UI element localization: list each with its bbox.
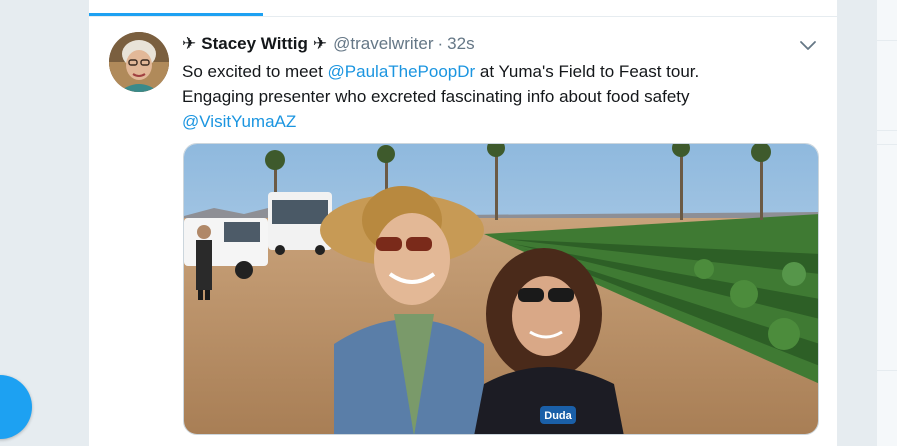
tweet-text-line-3: @VisitYumaAZ [182, 109, 802, 134]
tweet-text: So excited to meet @PaulaThePoopDr at Yu… [182, 59, 802, 134]
airplane-icon: ✈ [312, 34, 328, 53]
sidebar-divider [877, 370, 897, 371]
vest-logo-text: Duda [544, 410, 572, 422]
page: ✈ Stacey Wittig ✈ @travelwriter · 32s So… [0, 0, 897, 446]
tweet-text-line-2: Engaging presenter who excreted fascinat… [182, 87, 690, 106]
mention-link[interactable]: @PaulaThePoopDr [328, 62, 476, 81]
sidebar-divider [877, 40, 897, 41]
display-name[interactable]: Stacey Wittig [201, 34, 308, 54]
compose-button[interactable] [0, 375, 32, 439]
timeline-column: ✈ Stacey Wittig ✈ @travelwriter · 32s So… [88, 0, 839, 446]
tweet-text-segment: at Yuma's Field to Feast tour. [475, 62, 700, 81]
tweet-header: ✈ Stacey Wittig ✈ @travelwriter · 32s [182, 33, 475, 55]
airplane-icon: ✈ [182, 34, 197, 53]
field-photo-illustration: Duda [184, 144, 818, 434]
user-handle[interactable]: @travelwriter [333, 34, 433, 54]
separator-dot: · [437, 34, 444, 53]
more-options-button[interactable] [797, 35, 819, 55]
tweet[interactable]: ✈ Stacey Wittig ✈ @travelwriter · 32s So… [89, 17, 839, 446]
avatar[interactable] [109, 32, 169, 92]
right-sidebar [876, 0, 897, 446]
mention-link[interactable]: @VisitYumaAZ [182, 112, 296, 131]
avatar-photo [109, 32, 169, 92]
tweet-photo[interactable]: Duda [183, 143, 819, 435]
tweet-text-line-1: So excited to meet @PaulaThePoopDr at Yu… [182, 59, 802, 84]
sidebar-divider [877, 130, 897, 131]
chevron-down-icon [800, 41, 816, 50]
timestamp[interactable]: 32s [447, 34, 474, 54]
sidebar-divider [877, 144, 897, 145]
tweet-text-segment: So excited to meet [182, 62, 328, 81]
